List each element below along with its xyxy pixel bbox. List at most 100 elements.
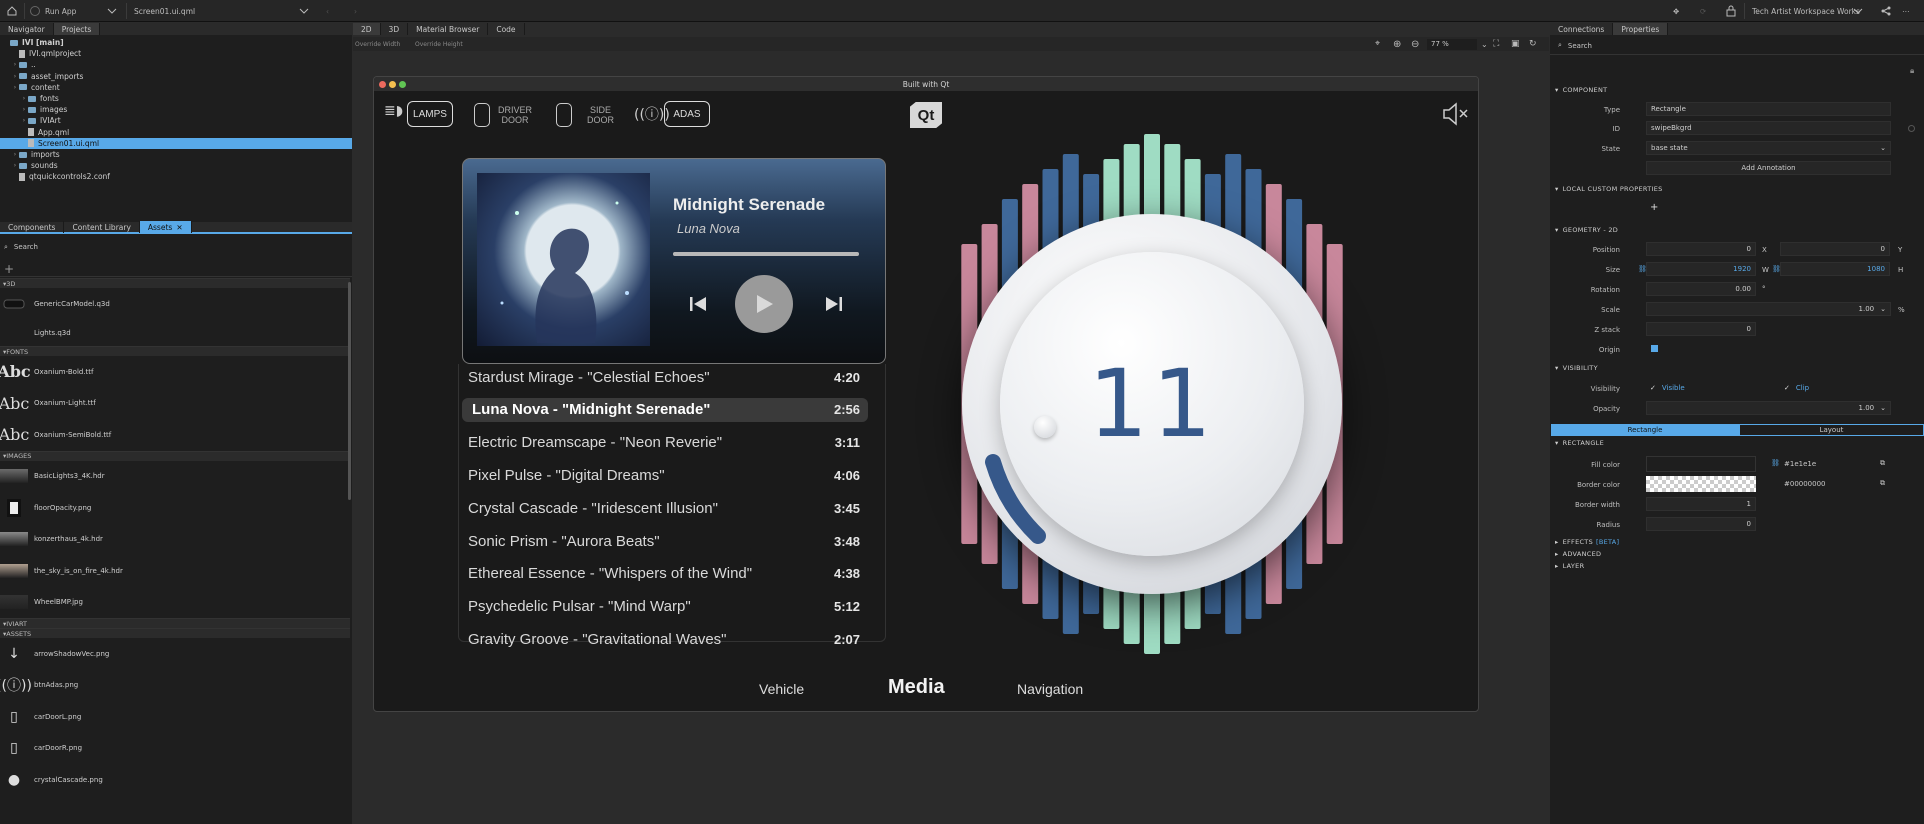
progress-track[interactable] [673, 252, 859, 256]
run-dropdown-icon[interactable] [106, 3, 118, 19]
state-dropdown[interactable]: base state ⌄ [1646, 141, 1891, 155]
asset-item[interactable]: Abc Oxanium-Bold.ttf [0, 356, 350, 388]
playlist-row[interactable]: Crystal Cascade - "Iridescent Illusion" 3… [458, 496, 868, 520]
chevron-right-icon[interactable]: › [20, 106, 28, 113]
more-menu-icon[interactable]: ⋯ [1902, 3, 1910, 19]
section-geometry[interactable]: ▾ GEOMETRY - 2D [1550, 224, 1924, 236]
section-effects[interactable]: ▸ EFFECTS [BETA] [1550, 536, 1924, 548]
close-window-icon[interactable] [379, 81, 386, 88]
height-field[interactable]: 1080 [1780, 262, 1890, 276]
playlist-row[interactable]: Luna Nova - "Midnight Serenade" 2:56 [462, 397, 868, 422]
tab-assets[interactable]: Assets ✕ [139, 221, 192, 233]
side-door-button[interactable]: SIDE DOOR [587, 105, 614, 125]
copy-icon[interactable]: ⧉ [1880, 459, 1885, 468]
snap-icon[interactable]: ⌖ [1375, 39, 1380, 49]
type-field[interactable]: Rectangle [1646, 102, 1891, 116]
share-icon[interactable] [1880, 3, 1892, 19]
tab-connections[interactable]: Connections [1550, 23, 1614, 35]
section-layer[interactable]: ▸ LAYER [1550, 560, 1924, 572]
playlist-row[interactable]: Electric Dreamscape - "Neon Reverie" 3:11 [458, 431, 868, 455]
tab-content-library[interactable]: Content Library [64, 221, 140, 233]
fill-color-value[interactable]: #1e1e1e [1784, 460, 1816, 468]
driver-door-button[interactable]: DRIVER DOOR [498, 105, 532, 125]
tab-components[interactable]: Components [0, 221, 65, 233]
zoom-dropdown-icon[interactable]: ⌄ [1481, 40, 1488, 49]
chevron-right-icon[interactable]: › [11, 73, 19, 80]
id-export-icon[interactable] [1908, 125, 1915, 132]
properties-search[interactable]: ⌕ Search [1558, 41, 1592, 50]
mute-icon[interactable] [1440, 101, 1470, 129]
opacity-field[interactable]: 1.00 ⌄ [1646, 401, 1891, 415]
section-visibility[interactable]: ▾ VISIBILITY [1550, 362, 1924, 374]
border-color-value[interactable]: #00000000 [1784, 480, 1826, 488]
tree-item[interactable]: › images [0, 104, 352, 115]
run-app-button[interactable]: Run App [30, 3, 76, 19]
border-width-field[interactable]: 1 [1646, 497, 1756, 511]
next-icon[interactable] [825, 296, 843, 314]
chevron-right-icon[interactable]: › [11, 84, 19, 91]
previous-icon[interactable] [689, 296, 707, 314]
chevron-right-icon[interactable]: › [11, 162, 19, 169]
asset-item[interactable]: BasicLights3_4K.hdr [0, 461, 350, 493]
close-icon[interactable]: ✕ [176, 223, 182, 232]
driver-door-icon[interactable] [474, 103, 490, 127]
playlist-row[interactable]: Pixel Pulse - "Digital Dreams" 4:06 [458, 463, 868, 487]
subtab-layout[interactable]: Layout [1739, 424, 1924, 436]
asset-item[interactable]: ▯ carDoorR.png [0, 733, 350, 765]
visible-checkbox[interactable]: ✓ Visible [1646, 381, 1756, 395]
asset-item[interactable]: WheelBMP.jpg [0, 587, 350, 619]
lamps-button[interactable]: LAMPS [407, 101, 453, 127]
side-door-icon[interactable] [556, 103, 572, 127]
nav-navigation[interactable]: Navigation [1017, 681, 1083, 697]
chevron-right-icon[interactable]: › [11, 151, 19, 158]
nav-vehicle[interactable]: Vehicle [759, 681, 804, 697]
fill-color-swatch[interactable] [1646, 456, 1756, 472]
asset-section-header[interactable]: ▾ IMAGES [0, 450, 350, 461]
add-annotation-button[interactable]: Add Annotation [1646, 161, 1891, 175]
maximize-window-icon[interactable] [399, 81, 406, 88]
origin-selector[interactable] [1651, 345, 1658, 352]
z-stack-field[interactable]: 0 [1646, 322, 1756, 336]
add-asset-icon[interactable]: + [4, 262, 14, 276]
binding-icon[interactable]: ⛓ [1771, 459, 1780, 467]
section-rectangle[interactable]: ▾ RECTANGLE [1550, 437, 1924, 449]
chevron-right-icon[interactable]: › [11, 61, 19, 68]
section-advanced[interactable]: ▸ ADVANCED [1550, 548, 1924, 560]
properties-search-input[interactable]: Search [1568, 42, 1592, 50]
asset-item[interactable]: Lights.q3d [0, 320, 350, 346]
tab-code[interactable]: Code [488, 23, 525, 35]
tree-item[interactable]: ›.. [0, 59, 352, 70]
volume-knob[interactable]: 11 [962, 214, 1342, 594]
lock-icon[interactable]: 🔒︎ [1910, 66, 1914, 76]
asset-search[interactable]: ⌕ Search [4, 240, 344, 254]
adas-button[interactable]: ADAS [664, 101, 710, 127]
playlist-row[interactable]: Stardust Mirage - "Celestial Echoes" 4:20 [458, 365, 868, 389]
id-field[interactable]: swipeBkgrd [1646, 121, 1891, 135]
asset-item[interactable]: Abc Oxanium-SemiBold.ttf [0, 419, 350, 451]
asset-section-header[interactable]: ▾ IVIART [0, 618, 350, 628]
chevron-right-icon[interactable]: › [20, 95, 28, 102]
playlist-row[interactable]: Gravity Groove - "Gravitational Waves" 2:… [458, 627, 868, 651]
width-field[interactable]: 1920 [1646, 262, 1756, 276]
file-selector[interactable]: Screen01.ui.qml [134, 3, 195, 19]
asset-search-input[interactable]: Search [14, 243, 38, 251]
zoom-in-icon[interactable]: ⊕ [1393, 39, 1401, 50]
x-field[interactable]: 0 [1646, 242, 1756, 256]
fit-selection-icon[interactable]: ▣ [1511, 39, 1520, 49]
forward-icon[interactable]: › [354, 3, 357, 19]
reset-icon[interactable]: ↻ [1529, 39, 1537, 49]
move-icon[interactable]: ✥ [1673, 3, 1679, 19]
play-button[interactable] [735, 275, 793, 333]
asset-item[interactable]: ↓ arrowShadowVec.png [0, 638, 350, 670]
tree-item[interactable]: qtquickcontrols2.conf [0, 171, 352, 182]
asset-item[interactable]: GenericCarModel.q3d [0, 288, 350, 320]
copy-icon[interactable]: ⧉ [1880, 479, 1885, 488]
asset-item[interactable]: Abc Oxanium-Light.ttf [0, 388, 350, 420]
asset-section-header[interactable]: ▾ ASSETS [0, 628, 350, 638]
tree-item[interactable]: › sounds [0, 160, 352, 171]
radius-field[interactable]: 0 [1646, 517, 1756, 531]
playlist-row[interactable]: Sonic Prism - "Aurora Beats" 3:48 [458, 529, 868, 553]
asset-item[interactable]: konzerthaus_4k.hdr [0, 524, 350, 556]
zoom-out-icon[interactable]: ⊖ [1411, 39, 1419, 50]
clip-checkbox[interactable]: ✓ Clip [1780, 381, 1890, 395]
